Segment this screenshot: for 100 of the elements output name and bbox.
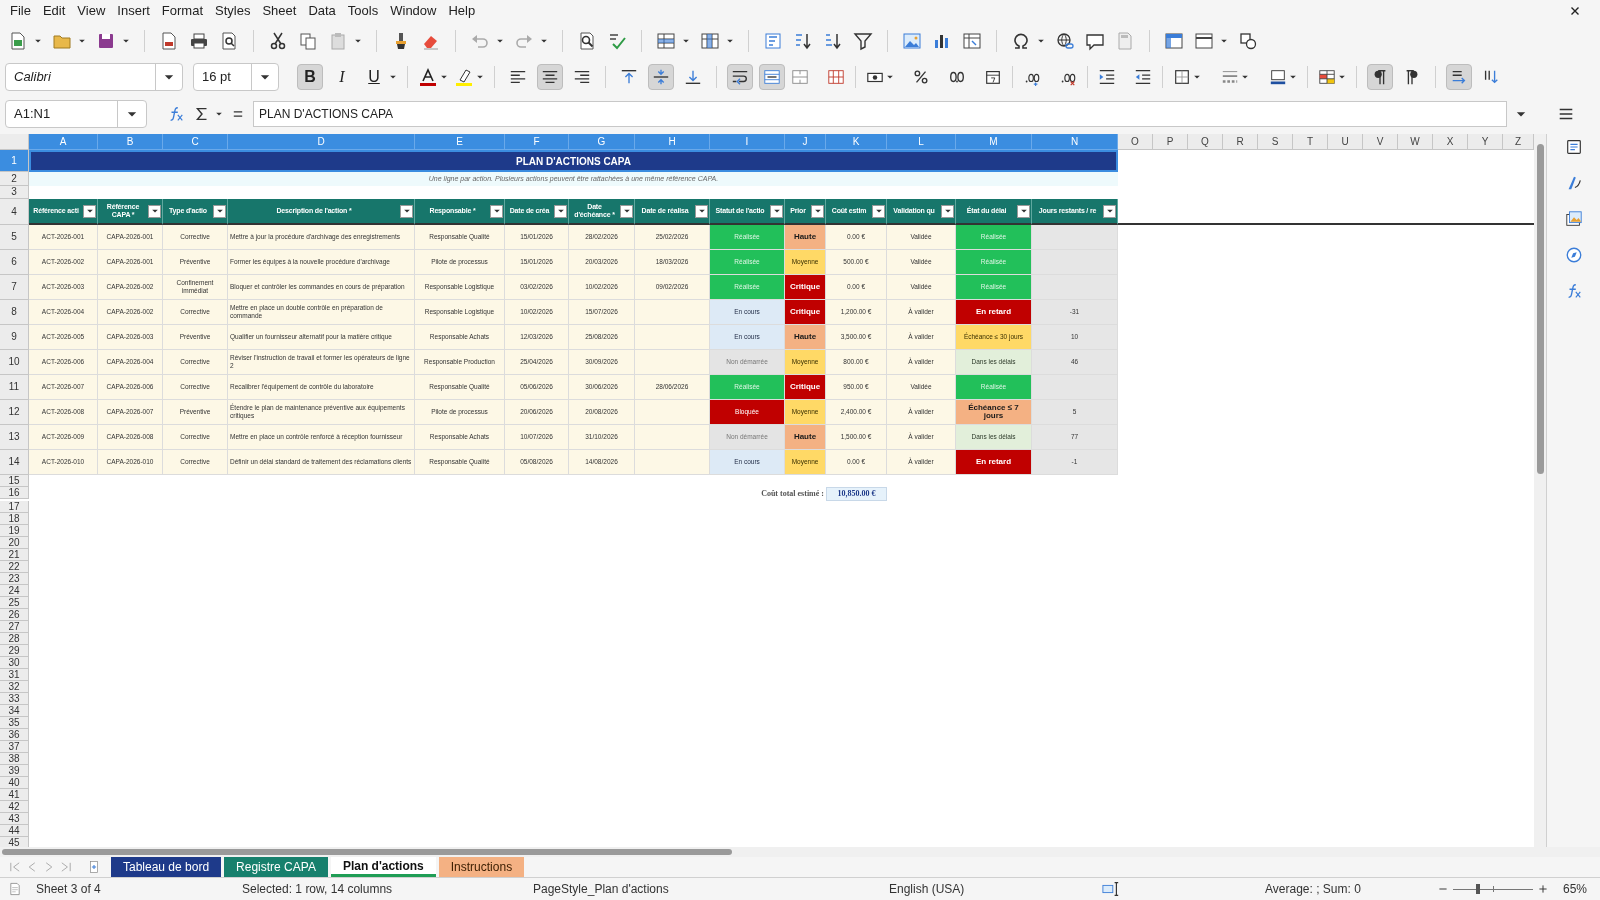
row-header[interactable]: 5 <box>0 225 29 250</box>
row-header[interactable]: 42 <box>0 801 29 813</box>
sheet-tab[interactable]: Tableau de bord <box>111 857 222 877</box>
print-preview-icon[interactable] <box>219 31 239 51</box>
menu-item[interactable]: View <box>71 1 112 21</box>
row-header[interactable]: 9 <box>0 325 29 350</box>
gallery-icon[interactable] <box>1564 210 1583 228</box>
filter-button[interactable] <box>554 204 567 218</box>
row-header[interactable]: 43 <box>0 813 29 825</box>
filter-button[interactable] <box>941 204 954 218</box>
filter-button[interactable] <box>695 204 708 218</box>
column-header[interactable]: T <box>1293 134 1328 150</box>
row-header[interactable]: 37 <box>0 741 29 753</box>
formula-input[interactable]: PLAN D'ACTIONS CAPA <box>253 101 1507 127</box>
wrap-text-button[interactable] <box>727 64 753 90</box>
sheet-tab[interactable]: Plan d'actions <box>330 857 436 877</box>
font-color-icon[interactable] <box>418 67 438 87</box>
filter-button[interactable] <box>400 204 413 218</box>
row-header[interactable]: 33 <box>0 693 29 705</box>
menu-item[interactable]: Window <box>384 1 443 21</box>
filter-button[interactable] <box>490 204 503 218</box>
row-header[interactable]: 16 <box>0 487 29 499</box>
printer-icon[interactable] <box>189 31 209 51</box>
split-window-icon[interactable] <box>1194 31 1214 51</box>
filter-button[interactable] <box>620 204 633 218</box>
row-header[interactable]: 17 <box>0 501 29 513</box>
row-header[interactable]: 23 <box>0 573 29 585</box>
row-header[interactable]: 21 <box>0 549 29 561</box>
row-header[interactable]: 24 <box>0 585 29 597</box>
row-header[interactable]: 35 <box>0 717 29 729</box>
filter-button[interactable] <box>148 204 161 218</box>
row-header[interactable]: 25 <box>0 597 29 609</box>
percent-icon[interactable] <box>912 68 930 86</box>
row-header[interactable]: 30 <box>0 657 29 669</box>
column-header[interactable]: X <box>1433 134 1468 150</box>
row-header[interactable]: 7 <box>0 275 29 300</box>
caret-icon[interactable] <box>1241 73 1249 81</box>
sheet-tab[interactable]: Registre CAPA <box>224 857 328 877</box>
column-header[interactable]: R <box>1223 134 1258 150</box>
bold-button[interactable]: B <box>297 64 323 90</box>
horizontal-scrollbar[interactable] <box>0 847 1600 857</box>
row-header[interactable]: 31 <box>0 669 29 681</box>
row-header[interactable]: 11 <box>0 375 29 400</box>
font-size-field[interactable]: 16 pt <box>193 63 279 91</box>
caret-icon[interactable] <box>1289 73 1297 81</box>
image-icon[interactable] <box>902 31 922 51</box>
row-header[interactable]: 27 <box>0 621 29 633</box>
row-header[interactable]: 20 <box>0 537 29 549</box>
caret-icon[interactable] <box>1220 37 1228 45</box>
highlighter-icon[interactable] <box>454 67 474 87</box>
filter-button[interactable] <box>872 204 885 218</box>
indent-increase-icon[interactable] <box>1098 68 1116 86</box>
find-icon[interactable] <box>577 31 597 51</box>
column-header[interactable]: O <box>1118 134 1153 150</box>
rows-icon[interactable] <box>656 31 676 51</box>
caret-icon[interactable] <box>1338 73 1346 81</box>
text-horizontal-button[interactable] <box>1446 64 1472 90</box>
row-header[interactable]: 18 <box>0 513 29 525</box>
row-header[interactable]: 26 <box>0 609 29 621</box>
filter-button[interactable] <box>1103 204 1116 218</box>
row-header[interactable]: 34 <box>0 705 29 717</box>
row-header[interactable]: 32 <box>0 681 29 693</box>
freeze-grid-icon[interactable] <box>1164 31 1184 51</box>
calendar-icon[interactable] <box>984 68 1002 86</box>
column-header[interactable]: Z <box>1503 134 1534 150</box>
filter-button[interactable] <box>811 204 824 218</box>
column-header[interactable]: W <box>1398 134 1433 150</box>
plus-sheet-icon[interactable] <box>87 860 101 874</box>
scrollbar-thumb[interactable] <box>1536 144 1544 474</box>
row-header[interactable]: 29 <box>0 645 29 657</box>
unmerge-cells-icon[interactable] <box>827 68 845 86</box>
sheet-tab[interactable]: Instructions <box>438 857 525 877</box>
font-name-field[interactable]: Calibri <box>5 63 183 91</box>
new-spreadsheet-icon[interactable] <box>8 31 28 51</box>
spellcheck-icon[interactable] <box>607 31 627 51</box>
menu-item[interactable]: Format <box>155 1 209 21</box>
menu-item[interactable]: File <box>4 1 37 21</box>
sort-ascending-icon[interactable] <box>793 31 813 51</box>
conditional-format-icon[interactable] <box>1318 68 1336 86</box>
menu-item[interactable]: Data <box>302 1 342 21</box>
merge-cells-icon[interactable] <box>791 68 809 86</box>
shapes-icon[interactable] <box>1238 31 1258 51</box>
scrollbar-thumb[interactable] <box>2 849 732 855</box>
clipboard-icon[interactable] <box>328 31 348 51</box>
omega-icon[interactable] <box>1011 31 1031 51</box>
menu-item[interactable]: Tools <box>341 1 385 21</box>
row-header[interactable]: 38 <box>0 753 29 765</box>
menu-item[interactable]: Sheet <box>256 1 303 21</box>
row-header[interactable]: 28 <box>0 633 29 645</box>
name-box[interactable]: A1:N1 <box>5 100 147 128</box>
row-header[interactable]: 4 <box>0 199 29 225</box>
paragraph-ltr-button[interactable] <box>1367 64 1393 90</box>
caret-icon[interactable] <box>886 73 894 81</box>
caret-icon[interactable] <box>78 37 86 45</box>
row-header[interactable]: 40 <box>0 777 29 789</box>
row-header[interactable]: 15 <box>0 475 29 487</box>
compass-icon[interactable] <box>1564 246 1583 264</box>
column-header[interactable]: V <box>1363 134 1398 150</box>
zoom-in-icon[interactable] <box>1537 883 1549 895</box>
row-header[interactable]: 14 <box>0 450 29 475</box>
